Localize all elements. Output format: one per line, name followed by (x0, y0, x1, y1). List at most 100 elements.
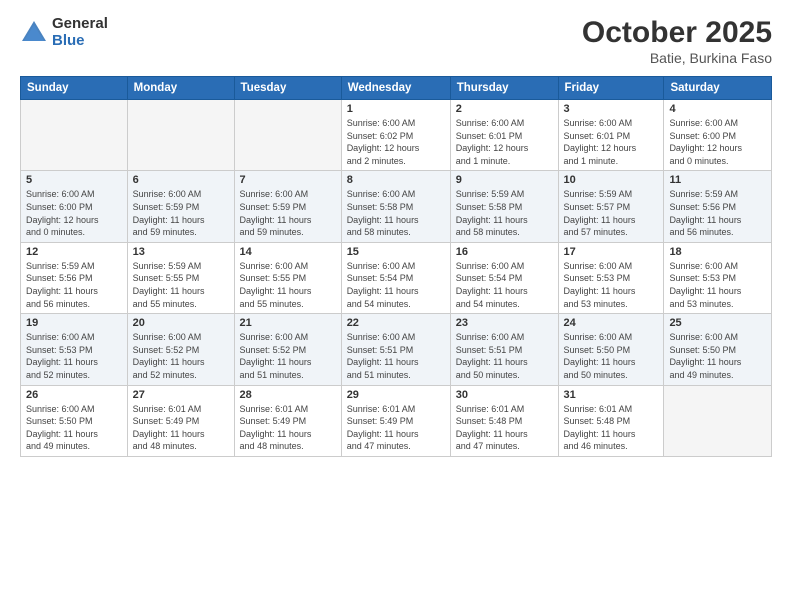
day-number: 5 (26, 174, 122, 186)
logo: General Blue (20, 16, 108, 49)
calendar-cell: 31Sunrise: 6:01 AM Sunset: 5:48 PM Dayli… (558, 385, 664, 456)
day-number: 12 (26, 246, 122, 258)
logo-general-label: General (52, 16, 108, 33)
calendar-cell (127, 100, 234, 171)
day-number: 1 (347, 103, 445, 115)
day-number: 20 (133, 317, 229, 329)
day-info: Sunrise: 6:00 AM Sunset: 6:02 PM Dayligh… (347, 117, 445, 167)
day-info: Sunrise: 6:00 AM Sunset: 5:53 PM Dayligh… (669, 260, 766, 310)
page: General Blue October 2025 Batie, Burkina… (0, 0, 792, 612)
weekday-header-row: SundayMondayTuesdayWednesdayThursdayFrid… (21, 77, 772, 100)
logo-icon (20, 19, 48, 47)
calendar-cell: 18Sunrise: 6:00 AM Sunset: 5:53 PM Dayli… (664, 242, 772, 313)
calendar-week-row: 12 Sunrise: 5:59 AM Sunset: 5:56 PM Dayli… (21, 242, 772, 313)
day-info: Sunrise: 6:00 AM Sunset: 6:01 PM Dayligh… (564, 117, 659, 167)
calendar-cell: 27 Sunrise: 6:01 AM Sunset: 5:49 PM Dayli… (127, 385, 234, 456)
calendar-cell: 7 Sunrise: 6:00 AM Sunset: 5:59 PM Daylig… (234, 171, 341, 242)
day-number: 6 (133, 174, 229, 186)
day-number: 27 (133, 389, 229, 401)
calendar-cell: 9 Sunrise: 5:59 AM Sunset: 5:58 PM Daylig… (450, 171, 558, 242)
weekday-header-saturday: Saturday (664, 77, 772, 100)
day-info: Sunrise: 6:00 AM Sunset: 5:52 PM Dayligh… (240, 331, 336, 381)
day-info: Sunrise: 6:00 AM Sunset: 5:53 PM Dayligh… (26, 331, 122, 381)
logo-text: General Blue (52, 16, 108, 49)
calendar-table: SundayMondayTuesdayWednesdayThursdayFrid… (20, 76, 772, 457)
day-info: Sunrise: 6:00 AM Sunset: 5:51 PM Dayligh… (456, 331, 553, 381)
calendar-cell: 3 Sunrise: 6:00 AM Sunset: 6:01 PM Daylig… (558, 100, 664, 171)
calendar-cell: 14 Sunrise: 6:00 AM Sunset: 5:55 PM Dayli… (234, 242, 341, 313)
weekday-header-sunday: Sunday (21, 77, 128, 100)
day-number: 14 (240, 246, 336, 258)
calendar-week-row: 1 Sunrise: 6:00 AM Sunset: 6:02 PM Daylig… (21, 100, 772, 171)
day-info: Sunrise: 6:00 AM Sunset: 6:01 PM Dayligh… (456, 117, 553, 167)
weekday-header-friday: Friday (558, 77, 664, 100)
day-info: Sunrise: 6:00 AM Sunset: 5:50 PM Dayligh… (26, 403, 122, 453)
weekday-header-thursday: Thursday (450, 77, 558, 100)
day-number: 10 (564, 174, 659, 186)
day-number: 25 (669, 317, 766, 329)
calendar-cell: 30Sunrise: 6:01 AM Sunset: 5:48 PM Dayli… (450, 385, 558, 456)
day-number: 2 (456, 103, 553, 115)
day-number: 11 (669, 174, 766, 186)
day-info: Sunrise: 6:01 AM Sunset: 5:49 PM Dayligh… (347, 403, 445, 453)
calendar-cell (664, 385, 772, 456)
calendar-week-row: 5 Sunrise: 6:00 AM Sunset: 6:00 PM Daylig… (21, 171, 772, 242)
calendar-week-row: 26Sunrise: 6:00 AM Sunset: 5:50 PM Dayli… (21, 385, 772, 456)
location-subtitle: Batie, Burkina Faso (582, 50, 772, 66)
calendar-cell: 15Sunrise: 6:00 AM Sunset: 5:54 PM Dayli… (341, 242, 450, 313)
day-info: Sunrise: 6:01 AM Sunset: 5:48 PM Dayligh… (564, 403, 659, 453)
day-info: Sunrise: 6:00 AM Sunset: 5:59 PM Dayligh… (133, 188, 229, 238)
day-info: Sunrise: 6:00 AM Sunset: 5:55 PM Dayligh… (240, 260, 336, 310)
day-number: 22 (347, 317, 445, 329)
day-number: 30 (456, 389, 553, 401)
day-number: 24 (564, 317, 659, 329)
day-number: 8 (347, 174, 445, 186)
day-number: 3 (564, 103, 659, 115)
day-info: Sunrise: 6:00 AM Sunset: 5:58 PM Dayligh… (347, 188, 445, 238)
calendar-cell: 1 Sunrise: 6:00 AM Sunset: 6:02 PM Daylig… (341, 100, 450, 171)
day-number: 16 (456, 246, 553, 258)
calendar-cell: 11 Sunrise: 5:59 AM Sunset: 5:56 PM Dayli… (664, 171, 772, 242)
weekday-header-tuesday: Tuesday (234, 77, 341, 100)
day-number: 23 (456, 317, 553, 329)
day-info: Sunrise: 6:00 AM Sunset: 6:00 PM Dayligh… (26, 188, 122, 238)
calendar-cell: 26Sunrise: 6:00 AM Sunset: 5:50 PM Dayli… (21, 385, 128, 456)
calendar-cell (234, 100, 341, 171)
calendar-cell: 16 Sunrise: 6:00 AM Sunset: 5:54 PM Dayli… (450, 242, 558, 313)
month-title: October 2025 (582, 16, 772, 50)
calendar-cell: 2 Sunrise: 6:00 AM Sunset: 6:01 PM Daylig… (450, 100, 558, 171)
calendar-cell: 22 Sunrise: 6:00 AM Sunset: 5:51 PM Dayli… (341, 314, 450, 385)
day-number: 21 (240, 317, 336, 329)
day-number: 7 (240, 174, 336, 186)
day-number: 9 (456, 174, 553, 186)
logo-blue-label: Blue (52, 33, 108, 50)
day-number: 29 (347, 389, 445, 401)
calendar-cell: 23 Sunrise: 6:00 AM Sunset: 5:51 PM Dayli… (450, 314, 558, 385)
day-number: 4 (669, 103, 766, 115)
day-info: Sunrise: 6:00 AM Sunset: 5:50 PM Dayligh… (564, 331, 659, 381)
day-info: Sunrise: 5:59 AM Sunset: 5:57 PM Dayligh… (564, 188, 659, 238)
header: General Blue October 2025 Batie, Burkina… (20, 16, 772, 66)
day-info: Sunrise: 6:00 AM Sunset: 5:50 PM Dayligh… (669, 331, 766, 381)
calendar-cell: 6 Sunrise: 6:00 AM Sunset: 5:59 PM Daylig… (127, 171, 234, 242)
day-info: Sunrise: 6:00 AM Sunset: 5:59 PM Dayligh… (240, 188, 336, 238)
day-number: 28 (240, 389, 336, 401)
day-info: Sunrise: 6:01 AM Sunset: 5:49 PM Dayligh… (133, 403, 229, 453)
day-info: Sunrise: 6:00 AM Sunset: 5:51 PM Dayligh… (347, 331, 445, 381)
day-number: 13 (133, 246, 229, 258)
day-info: Sunrise: 6:00 AM Sunset: 6:00 PM Dayligh… (669, 117, 766, 167)
calendar-cell: 25 Sunrise: 6:00 AM Sunset: 5:50 PM Dayli… (664, 314, 772, 385)
calendar-cell: 17 Sunrise: 6:00 AM Sunset: 5:53 PM Dayli… (558, 242, 664, 313)
day-number: 17 (564, 246, 659, 258)
day-info: Sunrise: 6:00 AM Sunset: 5:53 PM Dayligh… (564, 260, 659, 310)
day-info: Sunrise: 5:59 AM Sunset: 5:58 PM Dayligh… (456, 188, 553, 238)
day-info: Sunrise: 6:00 AM Sunset: 5:54 PM Dayligh… (347, 260, 445, 310)
calendar-cell (21, 100, 128, 171)
calendar-cell: 20Sunrise: 6:00 AM Sunset: 5:52 PM Dayli… (127, 314, 234, 385)
calendar-cell: 4 Sunrise: 6:00 AM Sunset: 6:00 PM Daylig… (664, 100, 772, 171)
calendar-cell: 13Sunrise: 5:59 AM Sunset: 5:55 PM Dayli… (127, 242, 234, 313)
day-info: Sunrise: 5:59 AM Sunset: 5:56 PM Dayligh… (26, 260, 122, 310)
day-info: Sunrise: 6:00 AM Sunset: 5:54 PM Dayligh… (456, 260, 553, 310)
calendar-cell: 24 Sunrise: 6:00 AM Sunset: 5:50 PM Dayli… (558, 314, 664, 385)
day-info: Sunrise: 5:59 AM Sunset: 5:56 PM Dayligh… (669, 188, 766, 238)
